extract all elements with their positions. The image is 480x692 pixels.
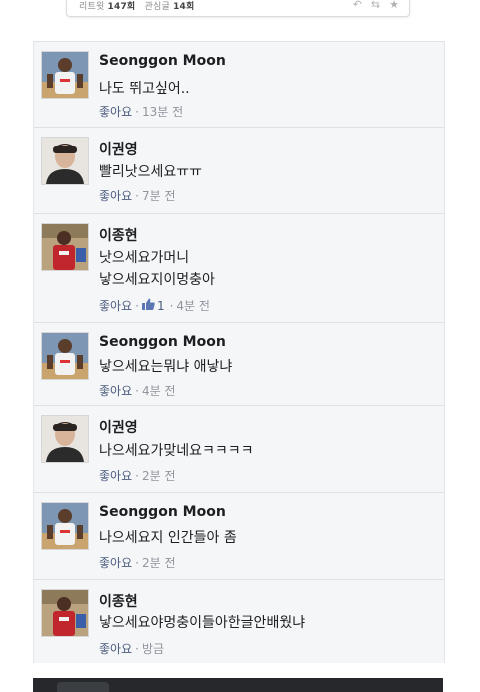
comment-meta: 좋아요 · 4분 전 — [99, 382, 175, 399]
comment-list: Seonggon Moon 나도 뛰고싶어.. 좋아요 · 13분 전 이권영 … — [33, 41, 445, 663]
commenter-name[interactable]: 이권영 — [99, 139, 138, 159]
comment-text: 나으세요가맞네요ㅋㅋㅋㅋ — [99, 443, 254, 459]
favorite-label: 관심글 — [144, 2, 171, 12]
like-link[interactable]: 좋아요 — [99, 187, 132, 204]
comment-meta: 좋아요 · 13분 전 — [99, 103, 183, 120]
tweet-actions: ↶ ⇆ ★ — [353, 0, 399, 12]
meta-separator: · — [169, 298, 174, 313]
comment-text: 빨리낫으세요ㅠㅠ — [99, 164, 203, 180]
comment-text: 낫으세요가머니 — [99, 250, 190, 266]
like-link[interactable]: 좋아요 — [99, 640, 132, 657]
meta-separator: · — [135, 383, 139, 398]
favorite-count: 14회 — [173, 2, 195, 12]
comment-text: 나으세요지 인간들아 좀 — [99, 530, 237, 546]
comment-time[interactable]: 4분 전 — [176, 297, 210, 314]
avatar[interactable] — [41, 332, 89, 380]
comment-time[interactable]: 7분 전 — [142, 187, 176, 204]
like-link[interactable]: 좋아요 — [99, 103, 132, 120]
comment-text: 낳으세요는뭐냐 애낳냐 — [99, 359, 233, 375]
comment-meta: 좋아요 · 2분 전 — [99, 467, 175, 484]
comment-time[interactable]: 13분 전 — [142, 103, 183, 120]
favorite-icon[interactable]: ★ — [389, 0, 399, 12]
comment-meta: 좋아요 · 2분 전 — [99, 554, 175, 571]
avatar[interactable] — [41, 137, 89, 185]
comment-text: 나도 뛰고싶어.. — [99, 81, 190, 97]
commenter-name[interactable]: 이종현 — [99, 591, 138, 611]
comment-meta: 좋아요 · 7분 전 — [99, 187, 175, 204]
like-link[interactable]: 좋아요 — [99, 554, 132, 571]
tweet-stats: 리트윗 147회 관심글 14회 — [79, 0, 195, 12]
avatar[interactable] — [41, 589, 89, 637]
bottom-toolbar — [33, 678, 443, 692]
commenter-name[interactable]: 이종현 — [99, 225, 138, 245]
comment-time[interactable]: 4분 전 — [142, 382, 176, 399]
meta-separator: · — [135, 104, 139, 119]
like-link[interactable]: 좋아요 — [99, 297, 132, 314]
avatar[interactable] — [41, 502, 89, 550]
comment-time[interactable]: 방금 — [142, 640, 164, 657]
comment-time[interactable]: 2분 전 — [142, 554, 176, 571]
thumbs-up-icon[interactable] — [141, 298, 155, 313]
comment-text: 낳으세요야멍충이들아한글안배웠냐 — [99, 615, 306, 631]
like-link[interactable]: 좋아요 — [99, 467, 132, 484]
comment-item: Seonggon Moon 나으세요지 인간들아 좀 좋아요 · 2분 전 — [34, 492, 444, 579]
comment-meta: 좋아요 · 방금 — [99, 640, 164, 657]
comment-meta: 좋아요 · 1 · 4분 전 — [99, 297, 210, 314]
comment-item: 이권영 나으세요가맞네요ㅋㅋㅋㅋ 좋아요 · 2분 전 — [34, 405, 444, 492]
commenter-name[interactable]: Seonggon Moon — [99, 504, 226, 520]
avatar[interactable] — [41, 415, 89, 463]
commenter-name[interactable]: 이권영 — [99, 417, 138, 437]
meta-separator: · — [135, 188, 139, 203]
meta-separator: · — [135, 298, 139, 313]
comment-item: 이권영 빨리낫으세요ㅠㅠ 좋아요 · 7분 전 — [34, 127, 444, 213]
commenter-name[interactable]: Seonggon Moon — [99, 334, 226, 350]
commenter-name[interactable]: Seonggon Moon — [99, 53, 226, 69]
avatar[interactable] — [41, 223, 89, 271]
comment-item: 이종현 낫으세요가머니 낳으세요지이멍충아 좋아요 · 1 · 4분 전 — [34, 213, 444, 322]
retweet-icon[interactable]: ⇆ — [371, 0, 380, 12]
retweet-label: 리트윗 — [79, 2, 105, 12]
meta-separator: · — [135, 555, 139, 570]
meta-separator: · — [135, 468, 139, 483]
comment-item: 이종현 낳으세요야멍충이들아한글안배웠냐 좋아요 · 방금 — [34, 579, 444, 664]
comment-time[interactable]: 2분 전 — [142, 467, 176, 484]
toolbar-tab[interactable] — [57, 682, 109, 692]
meta-separator: · — [135, 641, 139, 656]
reply-icon[interactable]: ↶ — [353, 0, 362, 12]
avatar[interactable] — [41, 51, 89, 99]
tweet-card: 리트윗 147회 관심글 14회 ↶ ⇆ ★ — [66, 0, 410, 17]
comment-text-line-2: 낳으세요지이멍충아 — [99, 272, 215, 288]
retweet-count: 147회 — [107, 2, 136, 12]
like-link[interactable]: 좋아요 — [99, 382, 132, 399]
comment-item: Seonggon Moon 낳으세요는뭐냐 애낳냐 좋아요 · 4분 전 — [34, 322, 444, 405]
comment-item: Seonggon Moon 나도 뛰고싶어.. 좋아요 · 13분 전 — [34, 41, 444, 127]
reaction-count[interactable]: 1 — [157, 299, 165, 313]
